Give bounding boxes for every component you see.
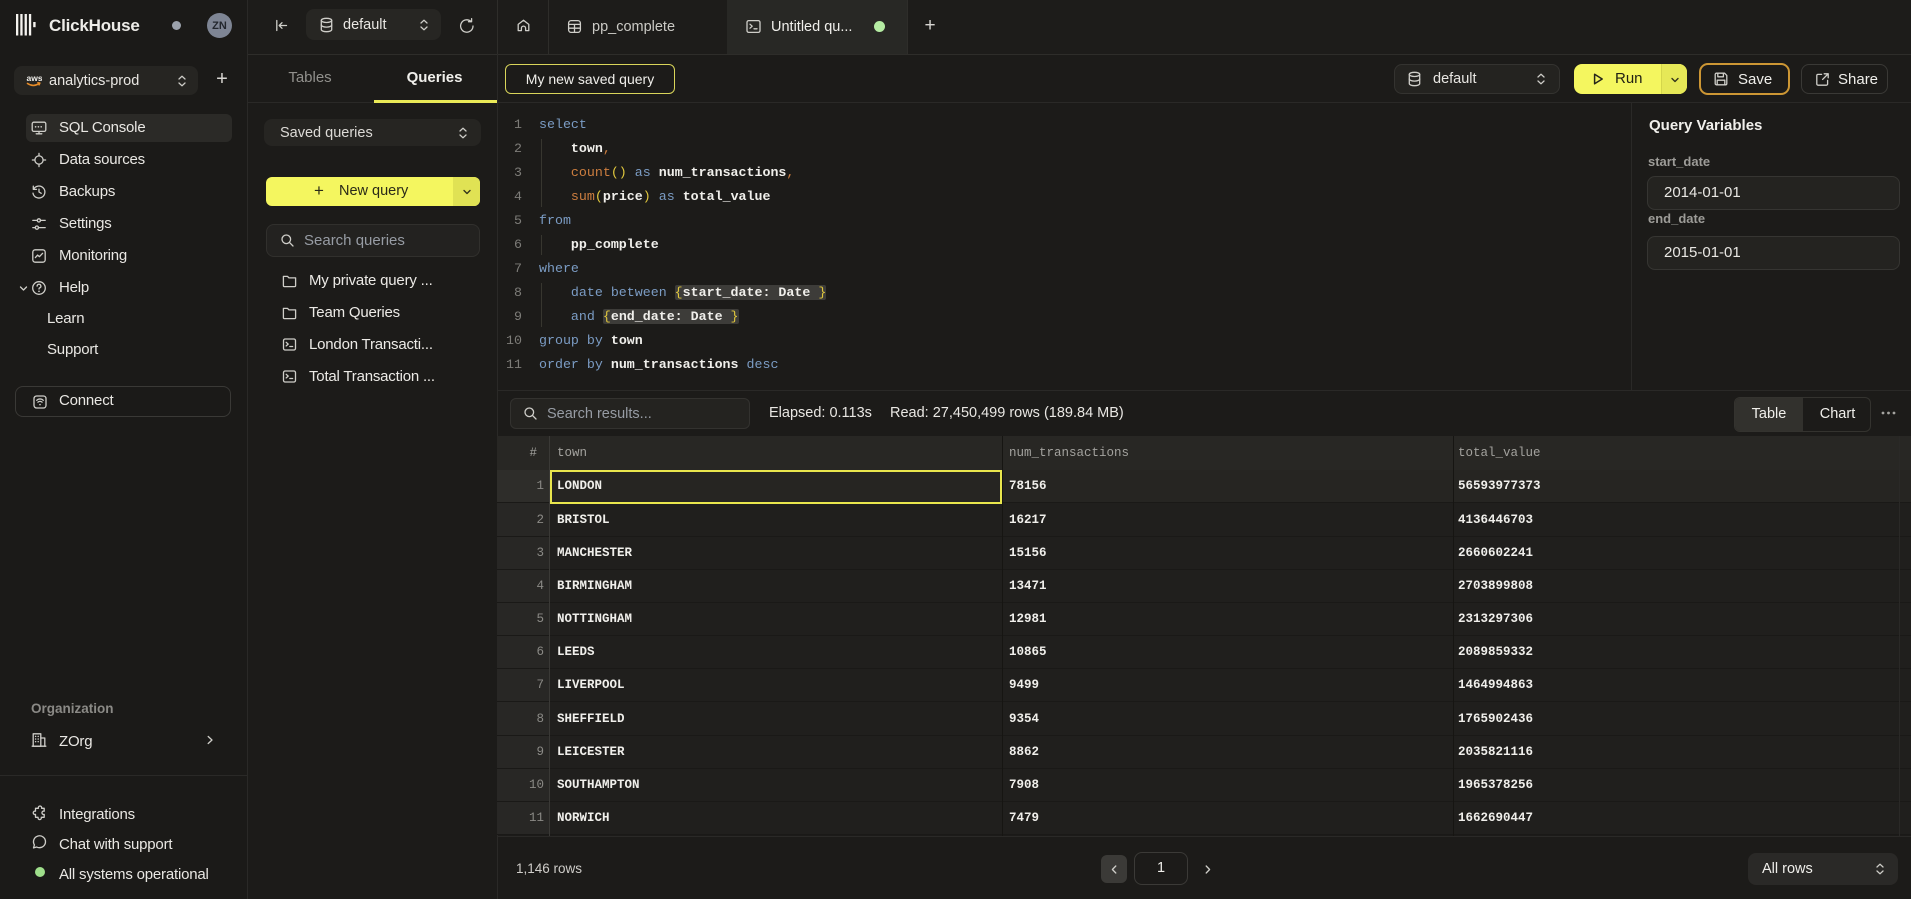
svg-text:aws: aws — [27, 73, 43, 83]
